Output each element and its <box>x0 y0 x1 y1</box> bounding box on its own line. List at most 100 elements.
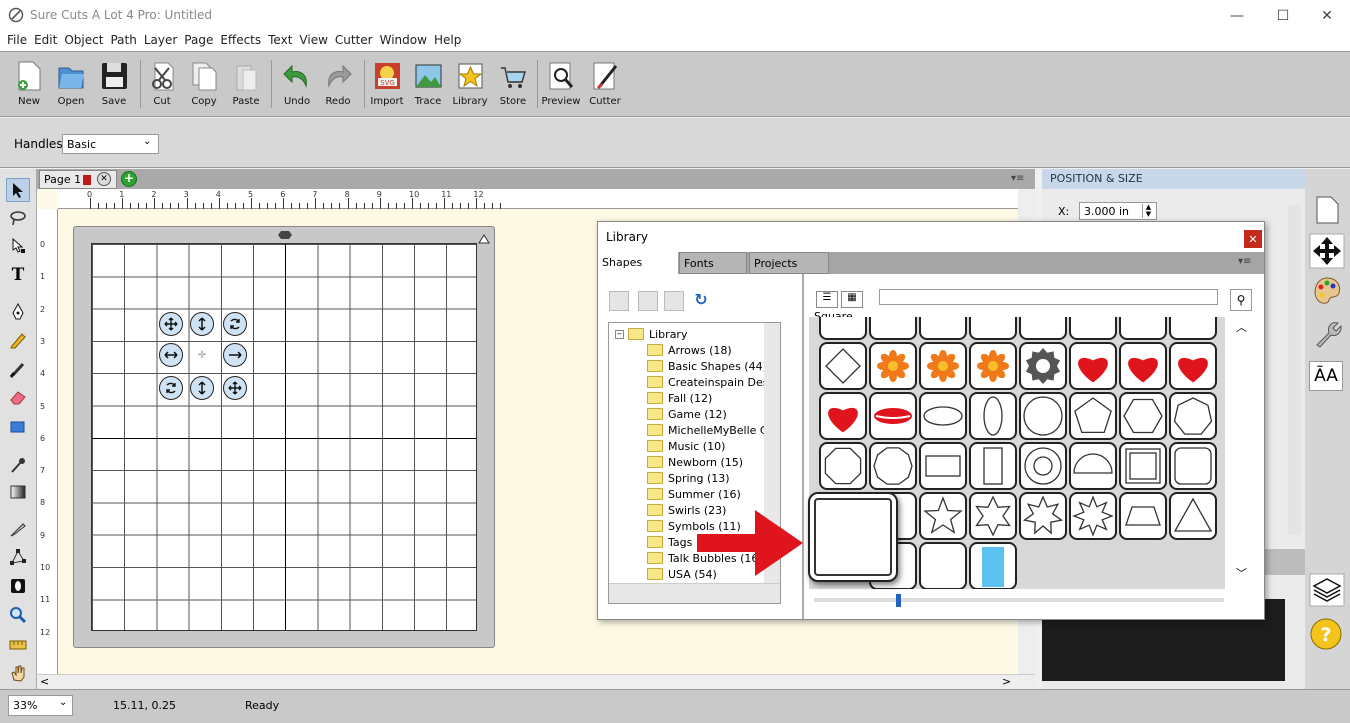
path-tool-icon[interactable] <box>6 545 30 569</box>
mat-grid[interactable] <box>91 243 477 631</box>
rotate-handle-top-right[interactable] <box>223 312 247 336</box>
shape-search-input[interactable] <box>879 289 1218 305</box>
menu-text[interactable]: Text <box>261 31 292 51</box>
menu-layer[interactable]: Layer <box>137 31 177 51</box>
library-button[interactable]: Library <box>449 58 491 114</box>
shape-thumbnail-ring[interactable] <box>1019 442 1067 490</box>
slider-thumb[interactable] <box>896 594 901 607</box>
cut-button[interactable]: Cut <box>141 58 183 114</box>
text-tool-icon[interactable]: T <box>6 263 30 287</box>
tree-folder[interactable]: Spring (13) <box>615 470 765 486</box>
shape-thumbnail[interactable] <box>1119 317 1167 340</box>
thumbnail-size-slider[interactable] <box>814 598 1224 602</box>
brush-tool-icon[interactable] <box>6 357 30 381</box>
import-file-icon[interactable] <box>664 291 684 311</box>
tree-folder[interactable]: Newborn (15) <box>615 454 765 470</box>
scroll-left-icon[interactable]: < <box>40 675 49 688</box>
shape-thumbnail-frame[interactable] <box>1119 442 1167 490</box>
shape-thumbnail-octagon[interactable] <box>819 442 867 490</box>
shape-thumbnail-circle[interactable] <box>1019 392 1067 440</box>
menu-cutter[interactable]: Cutter <box>328 31 373 51</box>
shape-thumbnail[interactable] <box>969 317 1017 340</box>
shape-thumbnail-gear[interactable] <box>1019 342 1067 390</box>
rotate-handle-bottom-left[interactable] <box>159 376 183 400</box>
add-page-icon[interactable]: + <box>121 171 137 187</box>
shape-thumbnail-vertical-oval[interactable] <box>969 392 1017 440</box>
close-library-button[interactable]: ✕ <box>1244 230 1262 248</box>
help-icon[interactable]: ? <box>1309 617 1343 651</box>
gradient-tool-icon[interactable] <box>6 480 30 504</box>
trash-icon[interactable] <box>638 291 658 311</box>
color-palette-icon[interactable] <box>1311 275 1343 307</box>
handles-select[interactable]: Basic ⌄ <box>62 134 159 154</box>
shape-thumbnail-semicircle[interactable] <box>1069 442 1117 490</box>
shape-thumbnail-tall-rectangle[interactable] <box>969 442 1017 490</box>
shape-thumbnail-heptagon[interactable] <box>1169 392 1217 440</box>
shape-thumbnail-heart[interactable] <box>1069 342 1117 390</box>
tree-folder[interactable]: Basic Shapes (44) <box>615 358 765 374</box>
close-window-button[interactable]: ✕ <box>1304 0 1350 31</box>
tree-folder[interactable]: Arrows (18) <box>615 342 765 358</box>
new-button[interactable]: New <box>8 58 50 114</box>
undo-button[interactable]: Undo <box>276 58 318 114</box>
tree-root[interactable]: − Library <box>615 326 765 342</box>
zoom-tool-icon[interactable] <box>6 603 30 627</box>
lasso-tool-icon[interactable] <box>6 206 30 230</box>
redo-button[interactable]: Redo <box>317 58 359 114</box>
shape-thumbnail[interactable] <box>1019 317 1067 340</box>
shape-thumbnail-oval[interactable] <box>919 392 967 440</box>
panel-scrollbar[interactable] <box>1288 205 1301 535</box>
tab-shapes[interactable]: Shapes <box>598 252 678 274</box>
move-position-icon[interactable] <box>1309 233 1345 269</box>
maximize-button[interactable]: ☐ <box>1260 0 1306 31</box>
knife-tool-icon[interactable] <box>6 517 30 541</box>
canvas-horizontal-scrollbar[interactable]: < > <box>37 674 1035 689</box>
shape-thumbnail[interactable] <box>869 317 917 340</box>
node-edit-tool-icon[interactable] <box>6 234 30 258</box>
shape-thumbnail-heart[interactable] <box>1169 342 1217 390</box>
paste-button[interactable]: Paste <box>225 58 267 114</box>
shape-thumbnail-flower[interactable] <box>969 342 1017 390</box>
shape-thumbnail-pentagon[interactable] <box>1069 392 1117 440</box>
shape-tool-icon[interactable] <box>6 415 30 439</box>
tree-folder[interactable]: Music (10) <box>615 438 765 454</box>
list-view-icon[interactable]: ☰ <box>816 291 838 308</box>
weld-tool-icon[interactable] <box>6 574 30 598</box>
zoom-select[interactable]: 33% ⌄ <box>8 695 73 716</box>
shape-thumbnail-flower[interactable] <box>919 342 967 390</box>
tree-folder[interactable]: Createinspain Desi <box>615 374 765 390</box>
document-panel-icon[interactable] <box>1313 195 1341 225</box>
panel-menu-icon[interactable]: ▾≡ <box>1238 256 1251 267</box>
resize-handle-bottom[interactable] <box>190 376 214 400</box>
resize-handle-top[interactable] <box>190 312 214 336</box>
shape-thumbnail[interactable] <box>1169 317 1217 340</box>
shape-thumbnail-star-7[interactable] <box>1019 492 1067 540</box>
menu-object[interactable]: Object <box>57 31 103 51</box>
close-page-icon[interactable]: ✕ <box>97 172 111 186</box>
tree-folder[interactable]: Fall (12) <box>615 390 765 406</box>
hand-pan-tool-icon[interactable] <box>6 661 30 685</box>
text-size-icon[interactable]: ÃA <box>1309 361 1343 391</box>
rotate-handle-top-left[interactable] <box>159 312 183 336</box>
open-button[interactable]: Open <box>50 58 92 114</box>
shape-thumbnail-heart[interactable] <box>1119 342 1167 390</box>
menu-file[interactable]: File <box>0 31 27 51</box>
shape-thumbnail-triangle[interactable] <box>1169 492 1217 540</box>
shape-thumbnail-star-5[interactable] <box>919 492 967 540</box>
store-button[interactable]: Store <box>492 58 534 114</box>
grid-view-icon[interactable]: ▦ <box>841 291 863 308</box>
shape-thumbnail-hexagon[interactable] <box>1119 392 1167 440</box>
resize-handle-right[interactable] <box>223 343 247 367</box>
shape-thumbnail-diamond[interactable] <box>819 342 867 390</box>
scroll-down-icon[interactable]: ﹀ <box>1236 565 1247 581</box>
shape-thumbnail[interactable] <box>919 317 967 340</box>
tree-folder[interactable]: MichelleMyBelle Cre <box>615 422 765 438</box>
resize-handle-left[interactable] <box>159 343 183 367</box>
shape-thumbnail-trapezoid[interactable] <box>1119 492 1167 540</box>
eraser-tool-icon[interactable] <box>6 385 30 409</box>
scroll-up-icon[interactable]: ︿ <box>1236 319 1247 335</box>
tree-folder[interactable]: Game (12) <box>615 406 765 422</box>
measure-tool-icon[interactable] <box>6 633 30 657</box>
tab-projects[interactable]: Projects <box>749 252 829 274</box>
copy-button[interactable]: Copy <box>183 58 225 114</box>
